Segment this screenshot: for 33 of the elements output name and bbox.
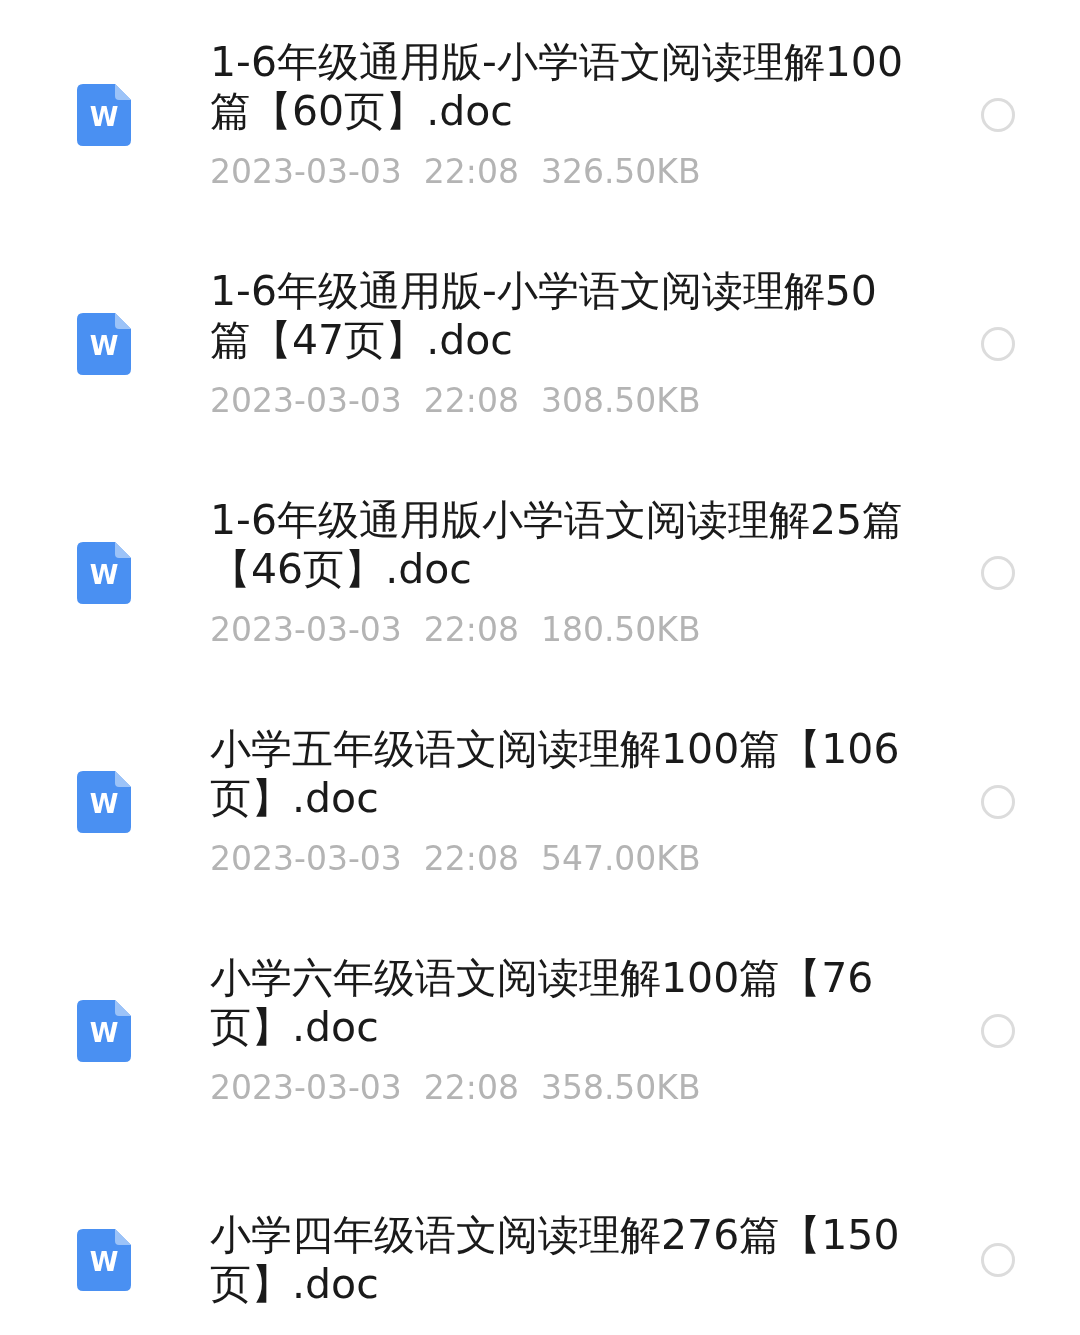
file-size: 326.50KB <box>540 151 701 192</box>
select-radio[interactable] <box>981 784 1015 819</box>
select-radio[interactable] <box>981 326 1015 361</box>
file-size: 180.50KB <box>540 609 701 650</box>
file-time: 22:08 <box>423 609 519 650</box>
file-time: 22:08 <box>423 380 519 421</box>
file-size: 308.50KB <box>540 380 701 421</box>
select-radio[interactable] <box>981 97 1015 132</box>
word-file-icon: W <box>77 770 131 833</box>
select-radio[interactable] <box>981 1242 1015 1277</box>
file-date: 2023-03-03 <box>210 609 402 650</box>
file-date: 2023-03-03 <box>210 380 402 421</box>
word-file-icon: W <box>77 541 131 604</box>
file-time: 22:08 <box>423 1067 519 1108</box>
file-date: 2023-03-03 <box>210 151 402 192</box>
file-time: 22:08 <box>423 151 519 192</box>
word-file-icon: W <box>77 1228 131 1291</box>
file-name: 小学六年级语文阅读理解100篇【76页】.doc <box>210 953 875 1052</box>
file-name: 小学四年级语文阅读理解276篇【150页】.doc <box>210 1210 901 1309</box>
file-name: 小学五年级语文阅读理解100篇【106页】.doc <box>210 724 901 823</box>
file-name: 1-6年级通用版小学语文阅读理解25篇【46页】.doc <box>210 495 905 594</box>
file-time: 22:08 <box>423 838 519 879</box>
file-date: 2023-03-03 <box>210 838 402 879</box>
file-size: 547.00KB <box>540 838 701 879</box>
select-radio[interactable] <box>981 555 1015 590</box>
select-radio[interactable] <box>981 1013 1015 1048</box>
file-name: 1-6年级通用版-小学语文阅读理解50篇【47页】.doc <box>210 266 878 365</box>
word-file-icon: W <box>77 999 131 1062</box>
file-date: 2023-03-03 <box>210 1067 402 1108</box>
word-file-icon: W <box>77 312 131 375</box>
word-file-icon: W <box>77 83 131 146</box>
file-size: 358.50KB <box>540 1067 701 1108</box>
file-name: 1-6年级通用版-小学语文阅读理解100篇【60页】.doc <box>210 37 905 136</box>
